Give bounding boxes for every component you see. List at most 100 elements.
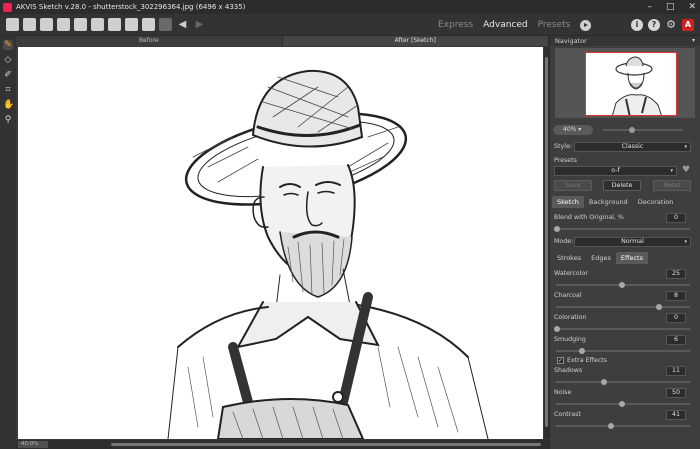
favorite-heart-icon[interactable]: ♥ bbox=[682, 165, 690, 175]
tab-decoration[interactable]: Decoration bbox=[633, 196, 679, 208]
compare-icon[interactable] bbox=[159, 18, 172, 31]
contrast-value[interactable]: 41 bbox=[666, 410, 686, 420]
tab-before[interactable]: Before bbox=[16, 36, 283, 46]
zoom-select[interactable]: 40% ▾ bbox=[553, 125, 593, 135]
smudging-label: Smudging bbox=[554, 336, 586, 343]
window-controls: – □ ✕ bbox=[647, 0, 696, 14]
mode-select[interactable]: Normal ▾ bbox=[574, 237, 691, 247]
horizontal-scrollbar[interactable] bbox=[111, 443, 541, 446]
noise-value[interactable]: 50 bbox=[666, 388, 686, 398]
style-select[interactable]: Classic ▾ bbox=[574, 142, 691, 152]
navigator-preview[interactable] bbox=[555, 48, 695, 118]
main-toolbar: ◀ ▶ Express Advanced Presets i ? ⚙ A bbox=[0, 14, 700, 36]
zoom-slider[interactable] bbox=[603, 127, 683, 133]
tab-background[interactable]: Background bbox=[584, 196, 633, 208]
style-select-value: Classic bbox=[621, 143, 644, 150]
navigator-thumbnail[interactable] bbox=[585, 52, 677, 116]
smudging-value[interactable]: 6 bbox=[666, 335, 686, 345]
watercolor-slider-knob[interactable] bbox=[619, 282, 625, 288]
minimize-button[interactable]: – bbox=[647, 2, 652, 12]
open-icon[interactable] bbox=[6, 18, 19, 31]
sketch-image[interactable] bbox=[18, 47, 543, 439]
save-preset-button[interactable]: Save bbox=[554, 180, 592, 191]
zoom-slider-knob[interactable] bbox=[629, 127, 635, 133]
watercolor-value[interactable]: 25 bbox=[666, 269, 686, 279]
vertical-scroll-thumb[interactable] bbox=[545, 57, 548, 427]
coloration-slider[interactable] bbox=[554, 326, 690, 332]
share-icon[interactable] bbox=[74, 18, 87, 31]
text-icon[interactable] bbox=[125, 18, 138, 31]
coloration-slider-knob[interactable] bbox=[554, 326, 560, 332]
tab-strokes[interactable]: Strokes bbox=[552, 252, 586, 264]
noise-slider-knob[interactable] bbox=[619, 401, 625, 407]
tab-edges[interactable]: Edges bbox=[586, 252, 616, 264]
canvas-area: Before After [Sketch] 40.0% bbox=[16, 36, 549, 449]
sub-tabs: Strokes Edges Effects bbox=[552, 252, 648, 264]
blend-value[interactable]: 0 bbox=[666, 213, 686, 223]
charcoal-slider-knob[interactable] bbox=[656, 304, 662, 310]
help-icon[interactable]: ? bbox=[648, 19, 660, 31]
smudging-slider[interactable] bbox=[556, 348, 690, 354]
zoom-field[interactable]: 40.0% bbox=[18, 441, 48, 448]
mode-label: Mode: bbox=[554, 238, 574, 245]
charcoal-label: Charcoal bbox=[554, 292, 582, 299]
before-after-tabs: Before After [Sketch] bbox=[16, 36, 549, 46]
status-bar: 40.0% bbox=[16, 440, 549, 449]
crop-icon[interactable]: ⌗ bbox=[3, 85, 13, 95]
close-button[interactable]: ✕ bbox=[688, 2, 696, 12]
akvis-logo-icon[interactable]: A bbox=[682, 19, 694, 31]
coloration-value[interactable]: 0 bbox=[666, 313, 686, 323]
print-icon[interactable] bbox=[57, 18, 70, 31]
gear-icon[interactable]: ⚙ bbox=[665, 19, 677, 31]
reset-preset-button[interactable]: Reset bbox=[653, 180, 691, 191]
batch-icon[interactable] bbox=[40, 18, 53, 31]
blend-label: Blend with Original, % bbox=[554, 214, 624, 221]
tab-after[interactable]: After [Sketch] bbox=[282, 36, 549, 46]
mode-advanced[interactable]: Advanced bbox=[483, 20, 527, 30]
shadows-slider[interactable] bbox=[556, 379, 690, 385]
delete-preset-button[interactable]: Delete bbox=[603, 180, 641, 191]
redo-icon[interactable]: ▶ bbox=[193, 18, 206, 31]
hand-icon[interactable]: ✋ bbox=[3, 100, 14, 110]
canvas-icon[interactable] bbox=[91, 18, 104, 31]
collapse-icon[interactable]: ▾ bbox=[692, 36, 695, 46]
pencil-icon[interactable]: ✎ bbox=[3, 40, 13, 50]
preset-select[interactable]: o-f ▾ bbox=[554, 166, 677, 176]
undo-icon[interactable]: ◀ bbox=[176, 18, 189, 31]
frame-icon[interactable] bbox=[108, 18, 121, 31]
extra-effects-checkbox[interactable]: ✓ bbox=[557, 357, 564, 364]
charcoal-value[interactable]: 8 bbox=[666, 291, 686, 301]
contrast-slider[interactable] bbox=[556, 423, 690, 429]
mode-express[interactable]: Express bbox=[438, 20, 473, 30]
style-label: Style: bbox=[554, 143, 572, 150]
save-icon[interactable] bbox=[23, 18, 36, 31]
eraser-icon[interactable]: ◇ bbox=[3, 55, 13, 65]
zoom-icon[interactable]: ⚲ bbox=[3, 115, 13, 125]
apply-icon[interactable] bbox=[142, 18, 155, 31]
preset-select-value: o-f bbox=[611, 167, 620, 174]
settings-panel: Navigator ▾ 40% ▾ Style: Classic ▾ Prese… bbox=[549, 36, 700, 449]
shadows-value[interactable]: 11 bbox=[666, 366, 686, 376]
watercolor-slider[interactable] bbox=[556, 282, 690, 288]
shadows-slider-knob[interactable] bbox=[601, 379, 607, 385]
contrast-slider-knob[interactable] bbox=[608, 423, 614, 429]
navigator-zoom-row: 40% ▾ bbox=[553, 125, 698, 135]
smudging-slider-knob[interactable] bbox=[579, 348, 585, 354]
settings-section: Style: Classic ▾ Presets o-f ▾ ♥ Save Dele… bbox=[550, 139, 700, 449]
tab-effects[interactable]: Effects bbox=[615, 252, 648, 264]
navigator-header[interactable]: Navigator ▾ bbox=[550, 36, 700, 46]
maximize-button[interactable]: □ bbox=[666, 2, 675, 12]
blend-slider[interactable] bbox=[554, 226, 690, 232]
stroke-icon[interactable]: ✐ bbox=[3, 70, 13, 80]
charcoal-slider[interactable] bbox=[556, 304, 690, 310]
navigator-title: Navigator bbox=[555, 37, 587, 45]
noise-slider[interactable] bbox=[556, 401, 690, 407]
blend-slider-knob[interactable] bbox=[554, 226, 560, 232]
contrast-label: Contrast bbox=[554, 411, 581, 418]
mode-presets[interactable]: Presets bbox=[538, 20, 571, 30]
tab-sketch[interactable]: Sketch bbox=[552, 196, 584, 208]
info-icon[interactable]: i bbox=[631, 19, 643, 31]
title-bar: AKVIS Sketch v.28.0 - shutterstock_30229… bbox=[0, 0, 700, 14]
run-button[interactable] bbox=[580, 19, 592, 31]
shadows-label: Shadows bbox=[554, 367, 583, 374]
